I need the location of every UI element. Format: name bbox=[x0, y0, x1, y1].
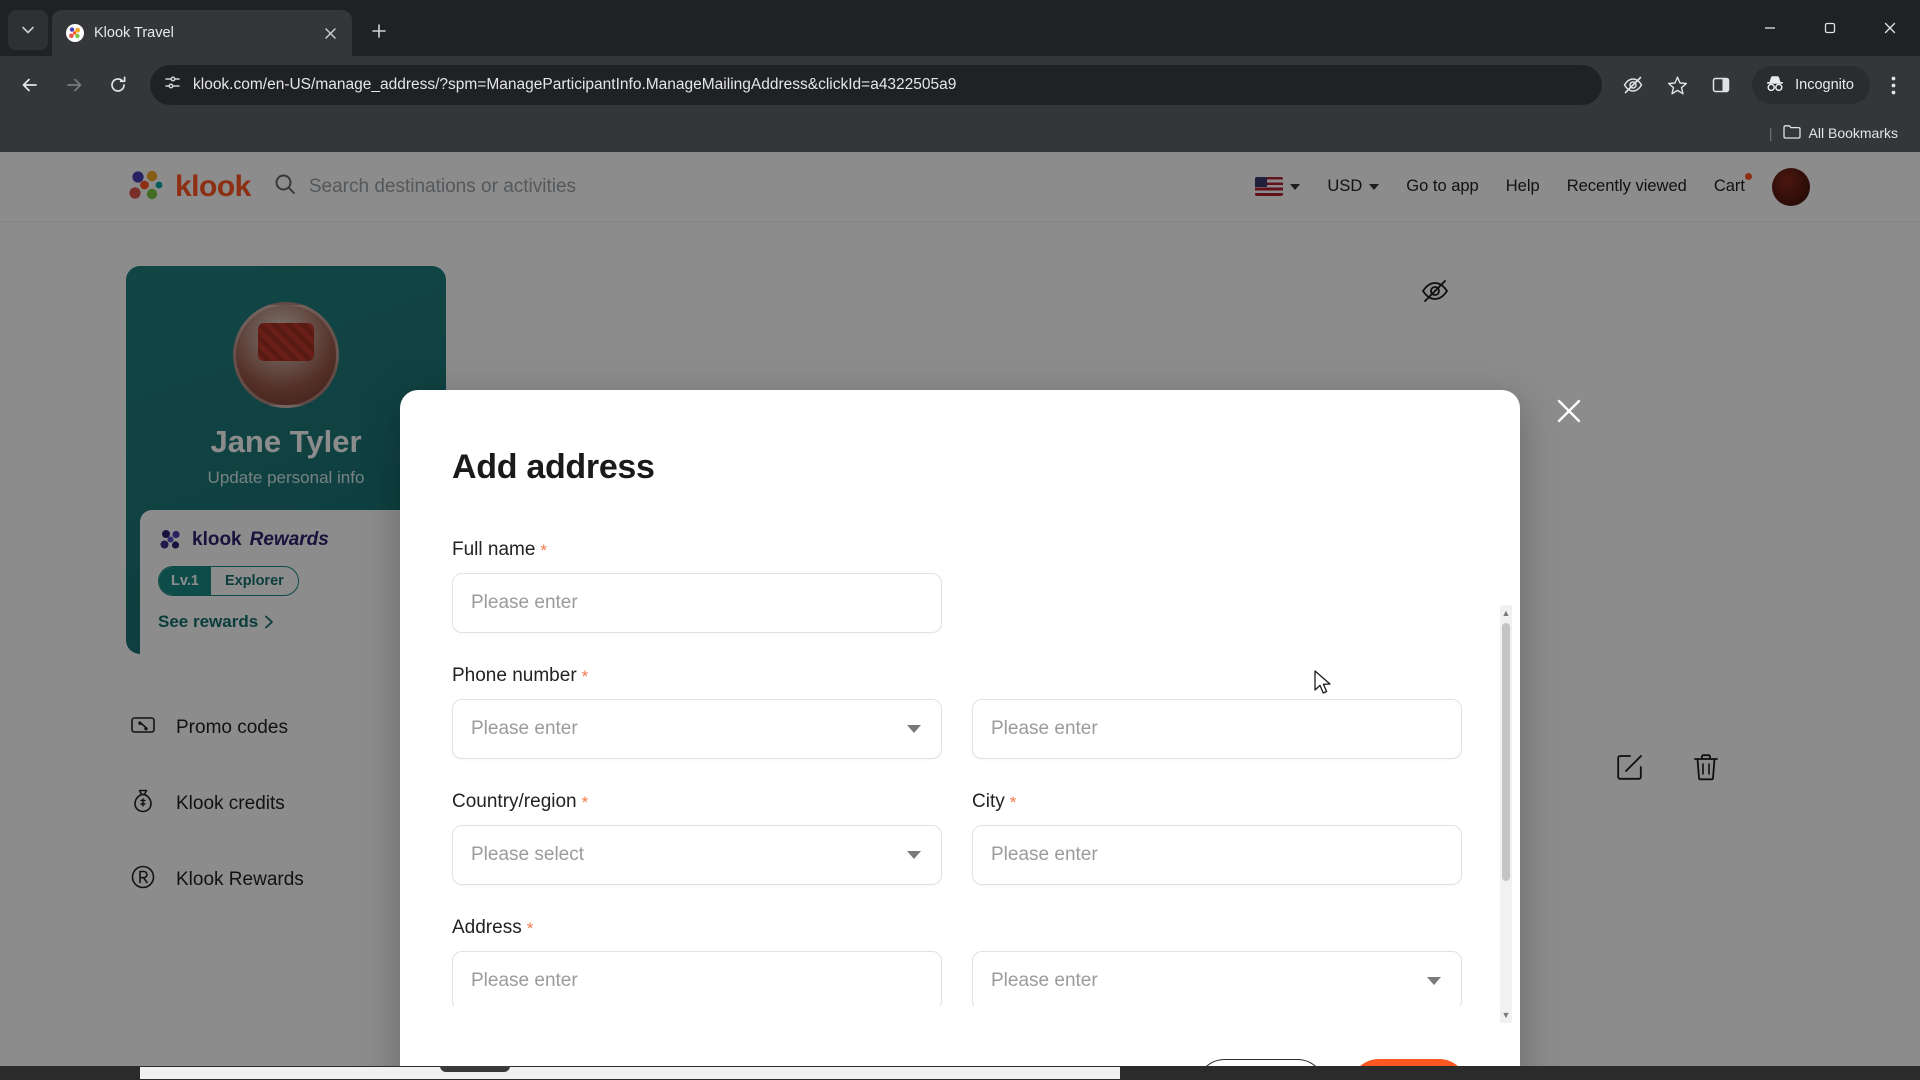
field-label-text: Country/region bbox=[452, 791, 577, 812]
scrollbar-notch bbox=[440, 1066, 510, 1072]
tab-strip: Klook Travel bbox=[0, 0, 1920, 56]
body-bottom-mask bbox=[400, 1006, 1520, 1028]
tab-close-icon[interactable] bbox=[318, 21, 342, 45]
reload-icon bbox=[111, 76, 126, 92]
all-bookmarks-label: All Bookmarks bbox=[1808, 125, 1898, 141]
window-close-button[interactable] bbox=[1860, 4, 1920, 52]
required-asterisk: * bbox=[581, 792, 589, 812]
country-region-select[interactable]: Please select bbox=[452, 825, 942, 885]
required-asterisk: * bbox=[581, 666, 589, 686]
chevron-down-icon bbox=[1427, 977, 1441, 985]
field-label-text: Address bbox=[452, 917, 522, 938]
side-panel-icon[interactable] bbox=[1702, 66, 1740, 104]
input-placeholder: Please enter bbox=[471, 592, 578, 613]
address-extra-select[interactable]: Please enter bbox=[972, 951, 1462, 1011]
field-label-text: Phone number bbox=[452, 665, 577, 686]
new-tab-button[interactable] bbox=[362, 14, 396, 48]
star-icon[interactable] bbox=[1658, 66, 1696, 104]
minimize-button[interactable] bbox=[1740, 4, 1800, 52]
field-label: Full name * bbox=[452, 539, 942, 561]
reload-button[interactable] bbox=[98, 65, 138, 105]
address-bar[interactable]: klook.com/en-US/manage_address/?spm=Mana… bbox=[150, 65, 1603, 105]
incognito-label: Incognito bbox=[1795, 77, 1854, 93]
back-arrow-icon bbox=[22, 78, 37, 92]
bookmarks-separator: | bbox=[1768, 125, 1773, 141]
address-input[interactable]: Please enter bbox=[452, 951, 942, 1011]
browser-menu-button[interactable] bbox=[1876, 66, 1910, 104]
field-phone-number: Please enter bbox=[972, 665, 1462, 759]
browser-toolbar: klook.com/en-US/manage_address/?spm=Mana… bbox=[0, 56, 1920, 114]
dialog-scrollbar[interactable]: ▲ ▼ bbox=[1500, 605, 1512, 1023]
scroll-up-arrow-icon[interactable]: ▲ bbox=[1500, 605, 1512, 621]
all-bookmarks-button[interactable]: All Bookmarks bbox=[1782, 124, 1898, 142]
required-asterisk: * bbox=[1009, 792, 1017, 812]
add-address-dialog: Add address Full name * Please enter Pho… bbox=[400, 390, 1520, 1080]
forward-arrow-icon bbox=[67, 78, 82, 92]
chevron-down-icon bbox=[907, 851, 921, 859]
field-label: Phone number * bbox=[452, 665, 942, 687]
bookmarks-bar: | All Bookmarks bbox=[0, 114, 1920, 152]
input-placeholder: Please enter bbox=[471, 970, 578, 991]
scrollbar-thumb[interactable] bbox=[1502, 623, 1510, 881]
field-phone-code: Phone number * Please enter bbox=[452, 665, 942, 759]
page-horizontal-scrollbar[interactable] bbox=[0, 1066, 1920, 1080]
tab-search-button[interactable] bbox=[8, 10, 48, 50]
eye-off-icon[interactable] bbox=[1614, 66, 1652, 104]
dialog-title: Add address bbox=[452, 448, 655, 486]
maximize-button[interactable] bbox=[1800, 4, 1860, 52]
address-form: Full name * Please enter Phone number * bbox=[452, 539, 1480, 1028]
window-controls bbox=[1740, 0, 1920, 56]
incognito-indicator[interactable]: Incognito bbox=[1752, 66, 1870, 104]
page-viewport: klook Search destinations or activities … bbox=[0, 152, 1920, 1080]
forward-button[interactable] bbox=[54, 65, 94, 105]
field-label: Address * bbox=[452, 917, 942, 939]
chevron-down-icon bbox=[22, 26, 34, 34]
close-icon bbox=[1557, 399, 1581, 423]
required-asterisk: * bbox=[540, 540, 548, 560]
field-label-text: City bbox=[972, 791, 1005, 812]
field-label: City * bbox=[972, 791, 1462, 813]
field-label-text: Full name bbox=[452, 539, 536, 560]
dialog-close-button[interactable] bbox=[1548, 390, 1590, 432]
phone-number-input[interactable]: Please enter bbox=[972, 699, 1462, 759]
full-name-input[interactable]: Please enter bbox=[452, 573, 942, 633]
field-label: Country/region * bbox=[452, 791, 942, 813]
omnibox-actions: Incognito bbox=[1614, 66, 1910, 104]
select-placeholder: Please enter bbox=[471, 718, 578, 739]
city-input[interactable]: Please enter bbox=[972, 825, 1462, 885]
folder-icon bbox=[1782, 124, 1801, 142]
klook-favicon-icon bbox=[66, 24, 84, 42]
back-button[interactable] bbox=[10, 65, 50, 105]
field-address: Address * Please enter bbox=[452, 917, 942, 1011]
scroll-down-arrow-icon[interactable]: ▼ bbox=[1500, 1007, 1512, 1023]
field-full-name: Full name * Please enter bbox=[452, 539, 942, 633]
dialog-body: Full name * Please enter Phone number * bbox=[400, 487, 1520, 1028]
field-city: City * Please enter bbox=[972, 791, 1462, 885]
select-placeholder: Please enter bbox=[991, 970, 1098, 991]
plus-icon bbox=[372, 24, 386, 38]
url-text: klook.com/en-US/manage_address/?spm=Mana… bbox=[193, 76, 957, 93]
mouse-cursor bbox=[1313, 670, 1335, 696]
input-placeholder: Please enter bbox=[991, 844, 1098, 865]
chevron-down-icon bbox=[907, 725, 921, 733]
select-placeholder: Please select bbox=[471, 844, 585, 865]
incognito-icon bbox=[1764, 74, 1786, 96]
browser-window: Klook Travel klook.com/en-US/manage_addr… bbox=[0, 0, 1920, 1080]
tab-title: Klook Travel bbox=[94, 25, 174, 41]
page-scrollbar-thumb[interactable] bbox=[140, 1067, 1120, 1079]
input-placeholder: Please enter bbox=[991, 718, 1098, 739]
required-asterisk: * bbox=[526, 918, 534, 938]
field-address-extra: Please enter bbox=[972, 917, 1462, 1011]
field-country-region: Country/region * Please select bbox=[452, 791, 942, 885]
page-settings-icon[interactable] bbox=[164, 74, 181, 96]
phone-code-select[interactable]: Please enter bbox=[452, 699, 942, 759]
browser-tab[interactable]: Klook Travel bbox=[52, 10, 352, 56]
